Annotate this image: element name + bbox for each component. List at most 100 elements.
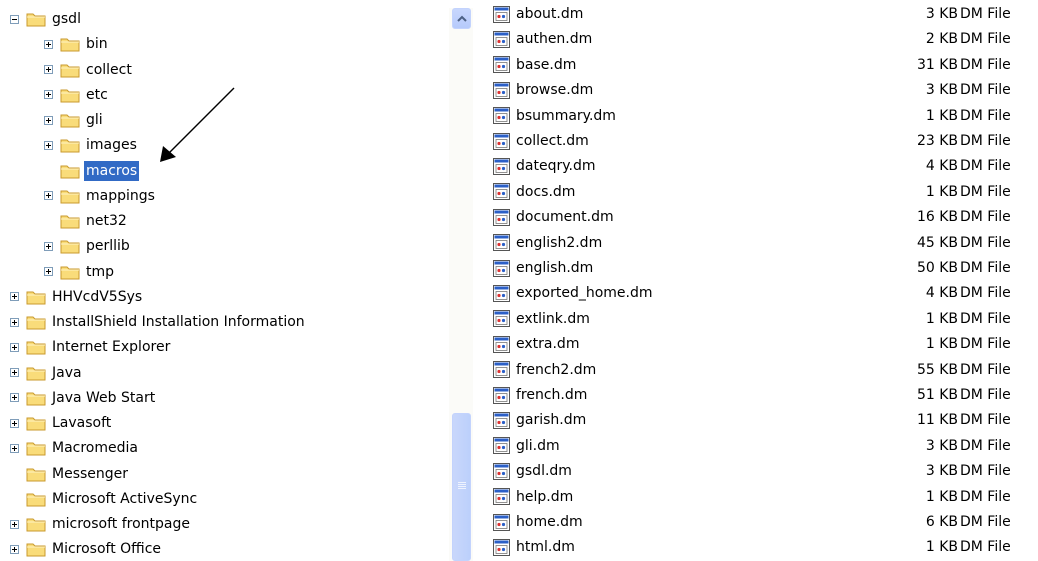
dm-file-icon — [493, 310, 510, 328]
file-row[interactable]: exported_home.dm 4 KB DM File — [490, 282, 1038, 304]
file-row[interactable]: collect.dm 23 KB DM File — [490, 130, 1038, 152]
scroll-up-button[interactable] — [452, 8, 471, 29]
expand-plus-icon[interactable] — [44, 241, 53, 251]
expand-plus-icon[interactable] — [10, 317, 19, 327]
file-size: 3 KB — [925, 6, 958, 22]
tree-item-java-web-start[interactable]: Java Web Start — [10, 387, 157, 409]
file-row[interactable]: authen.dm 2 KB DM File — [490, 28, 1038, 50]
dm-file-icon — [493, 183, 510, 201]
tree-item-collect[interactable]: collect — [44, 59, 134, 81]
file-row[interactable]: english2.dm 45 KB DM File — [490, 232, 1038, 254]
dm-file-icon — [493, 361, 510, 379]
tree-item-internet-explorer[interactable]: Internet Explorer — [10, 336, 172, 358]
expand-plus-icon[interactable] — [10, 342, 19, 352]
file-row[interactable]: home.dm 6 KB DM File — [490, 511, 1038, 533]
file-row[interactable]: document.dm 16 KB DM File — [490, 206, 1038, 228]
file-size: 4 KB — [925, 158, 958, 175]
folder-icon — [26, 316, 46, 330]
file-type: DM File — [960, 539, 1011, 556]
file-row[interactable]: browse.dm 3 KB DM File — [490, 79, 1038, 101]
tree-item-microsoft-office[interactable]: Microsoft Office — [10, 538, 163, 560]
expand-plus-icon[interactable] — [44, 115, 53, 125]
tree-item-lavasoft[interactable]: Lavasoft — [10, 412, 113, 434]
file-type: DM File — [960, 56, 1011, 73]
tree-item-bin[interactable]: bin — [44, 33, 110, 55]
folder-icon — [60, 215, 80, 229]
file-type: DM File — [960, 209, 1011, 226]
file-type: DM File — [960, 285, 1011, 302]
file-row[interactable]: french.dm 51 KB DM File — [490, 384, 1038, 406]
tree-item-macros[interactable]: macros — [44, 160, 140, 182]
expand-plus-icon[interactable] — [44, 65, 53, 74]
expand-plus-icon[interactable] — [10, 544, 19, 554]
file-row[interactable]: dateqry.dm 4 KB DM File — [490, 155, 1038, 177]
file-name: html.dm — [516, 539, 575, 556]
file-row[interactable]: garish.dm 11 KB DM File — [490, 409, 1038, 431]
file-type: DM File — [960, 107, 1011, 124]
file-size: 1 KB — [925, 488, 958, 505]
tree-item-net32[interactable]: net32 — [44, 210, 129, 232]
tree-item-hhvcdv5sys[interactable]: HHVcdV5Sys — [10, 286, 144, 308]
collapse-minus-icon[interactable] — [10, 14, 19, 24]
file-list-scrollbar[interactable] — [449, 8, 473, 561]
expand-plus-icon[interactable] — [10, 519, 19, 529]
file-size: 11 KB — [916, 412, 958, 429]
tree-item-messenger[interactable]: Messenger — [10, 463, 130, 485]
expand-plus-icon[interactable] — [10, 292, 19, 302]
expand-plus-icon[interactable] — [10, 418, 19, 428]
dm-file-icon — [493, 208, 510, 226]
file-row[interactable]: extra.dm 1 KB DM File — [490, 333, 1038, 355]
file-row[interactable]: french2.dm 55 KB DM File — [490, 359, 1038, 381]
file-size: 45 KB — [916, 234, 958, 251]
tree-item-microsoft-activesync[interactable]: Microsoft ActiveSync — [10, 488, 199, 510]
expand-plus-icon[interactable] — [44, 140, 53, 150]
expand-plus-icon[interactable] — [44, 267, 53, 276]
tree-item-tmp[interactable]: tmp — [44, 261, 116, 283]
file-row[interactable]: bsummary.dm 1 KB DM File — [490, 105, 1038, 127]
tree-item-images[interactable]: images — [44, 134, 139, 156]
folder-icon — [60, 190, 80, 204]
file-type: DM File — [960, 6, 1011, 22]
scroll-thumb[interactable] — [452, 413, 471, 561]
tree-item-etc[interactable]: etc — [44, 84, 110, 106]
file-row[interactable]: html.dm 1 KB DM File — [490, 536, 1038, 558]
file-row[interactable]: english.dm 50 KB DM File — [490, 257, 1038, 279]
dm-file-icon — [493, 488, 510, 506]
file-type: DM File — [960, 488, 1011, 505]
file-row[interactable]: base.dm 31 KB DM File — [490, 54, 1038, 76]
file-size: 3 KB — [925, 463, 958, 480]
tree-item-macromedia[interactable]: Macromedia — [10, 437, 140, 459]
file-size: 1 KB — [925, 107, 958, 124]
tree-item-mappings[interactable]: mappings — [44, 185, 157, 207]
file-row[interactable]: docs.dm 1 KB DM File — [490, 181, 1038, 203]
dm-file-icon — [493, 538, 510, 556]
expand-plus-icon[interactable] — [44, 90, 53, 100]
tree-item-label: HHVcdV5Sys — [52, 288, 143, 305]
tree-item-microsoft-frontpage[interactable]: microsoft frontpage — [10, 513, 192, 535]
folder-icon — [26, 543, 46, 557]
dm-file-icon — [493, 462, 510, 480]
tree-item-gsdl[interactable]: gsdl — [10, 8, 83, 30]
expand-plus-icon[interactable] — [44, 39, 53, 49]
tree-item-perllib[interactable]: perllib — [44, 235, 132, 257]
file-row[interactable]: about.dm 3 KB DM File — [490, 3, 1038, 25]
tree-item-label: etc — [86, 86, 108, 103]
file-name: english2.dm — [516, 234, 603, 251]
file-size: 4 KB — [925, 285, 958, 302]
expand-plus-icon[interactable] — [10, 368, 19, 377]
file-name: home.dm — [516, 514, 583, 530]
file-size: 6 KB — [925, 514, 958, 530]
file-row[interactable]: gsdl.dm 3 KB DM File — [490, 460, 1038, 482]
folder-icon — [60, 165, 80, 178]
file-row[interactable]: help.dm 1 KB DM File — [490, 486, 1038, 508]
tree-item-installshield-installation-information[interactable]: InstallShield Installation Information — [10, 311, 307, 333]
expand-plus-icon[interactable] — [44, 191, 53, 201]
folder-icon — [60, 89, 80, 103]
expand-plus-icon[interactable] — [10, 443, 19, 453]
tree-item-java[interactable]: Java — [10, 362, 84, 384]
tree-item-gli[interactable]: gli — [44, 109, 105, 131]
file-row[interactable]: gli.dm 3 KB DM File — [490, 435, 1038, 457]
file-row[interactable]: extlink.dm 1 KB DM File — [490, 308, 1038, 330]
dm-file-icon — [493, 335, 510, 353]
expand-plus-icon[interactable] — [10, 393, 19, 403]
